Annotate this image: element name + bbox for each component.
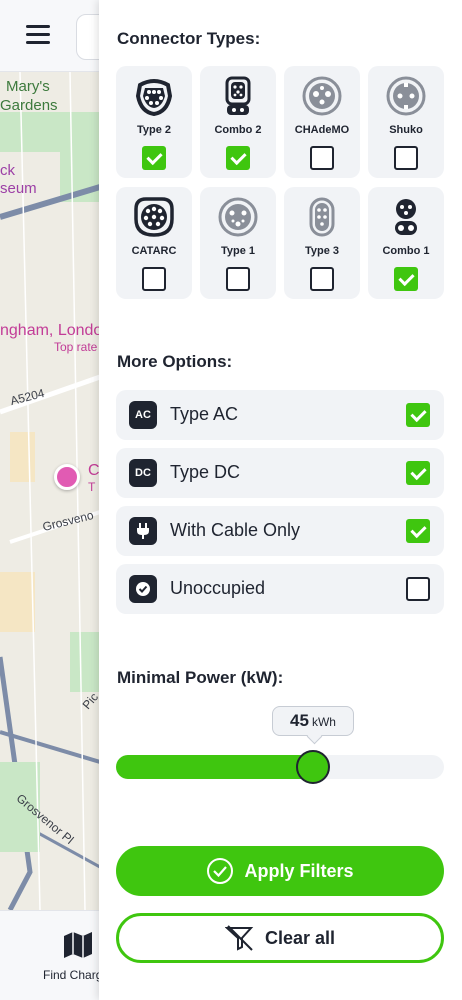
connector-checkbox[interactable]	[142, 267, 166, 291]
map-label: Top rate	[54, 340, 98, 354]
option-with-cable-only[interactable]: With Cable Only	[116, 506, 444, 556]
catarc-connector-icon	[134, 197, 174, 237]
power-unit: kWh	[311, 715, 336, 729]
connector-label: Combo 1	[382, 245, 430, 257]
connector-grid: Type 2 Combo 2 CHAdeMO Shuko CATARC Type…	[116, 66, 445, 299]
map-label: Gardens	[0, 97, 58, 114]
connector-label: Combo 2	[214, 124, 262, 136]
connector-label: Shuko	[389, 124, 423, 136]
connector-checkbox[interactable]	[394, 267, 418, 291]
option-type-dc[interactable]: DC Type DC	[116, 448, 444, 498]
power-slider[interactable]: 45 kWh	[116, 706, 444, 786]
check-circle-icon	[129, 575, 157, 603]
clear-filter-icon	[224, 925, 255, 951]
option-checkbox[interactable]	[406, 519, 430, 543]
map-label: T	[88, 480, 96, 494]
connector-label: CATARC	[131, 245, 177, 257]
connector-card-catarc[interactable]: CATARC	[116, 187, 192, 299]
plug-icon	[129, 517, 157, 545]
connector-checkbox[interactable]	[310, 267, 334, 291]
check-circle-icon	[206, 857, 234, 885]
connector-card-chademo[interactable]: CHAdeMO	[284, 66, 360, 178]
menu-icon[interactable]	[26, 25, 50, 45]
type2-connector-icon	[135, 79, 173, 116]
map-view[interactable]: Mary's Gardens ck seum ngham, Londo Top …	[0, 72, 100, 910]
option-unoccupied[interactable]: Unoccupied	[116, 564, 444, 614]
map-label: Mary's	[6, 78, 50, 95]
connector-checkbox[interactable]	[142, 146, 166, 170]
more-options-title: More Options:	[117, 352, 233, 371]
clear-all-label: Clear all	[264, 927, 336, 948]
options-list: AC Type AC DC Type DC With Cable Only Un…	[116, 390, 444, 622]
map-label: ngham, Londo	[0, 322, 100, 339]
connector-checkbox[interactable]	[226, 267, 250, 291]
combo1-connector-icon	[395, 199, 417, 235]
connector-checkbox[interactable]	[310, 146, 334, 170]
dc-badge-icon: DC	[129, 459, 157, 487]
nav-find-chargers-label[interactable]: Find Charg	[43, 968, 102, 982]
connector-card-shuko[interactable]: Shuko	[368, 66, 444, 178]
shuko-connector-icon	[386, 76, 426, 116]
slider-fill	[116, 755, 313, 779]
apply-filters-button[interactable]: Apply Filters	[116, 846, 444, 896]
option-label: Type DC	[170, 462, 241, 482]
connector-label: Type 2	[136, 124, 172, 136]
option-label: Type AC	[170, 404, 239, 424]
map-label: C	[88, 462, 100, 479]
connector-checkbox[interactable]	[226, 146, 250, 170]
map-label: ck	[0, 162, 15, 179]
type3-connector-icon	[309, 197, 335, 237]
chademo-connector-icon	[302, 76, 342, 116]
connector-checkbox[interactable]	[394, 146, 418, 170]
connector-card-type-2[interactable]: Type 2	[116, 66, 192, 178]
option-checkbox[interactable]	[406, 461, 430, 485]
app-top-bar	[0, 0, 116, 72]
bottom-nav: Find Charg	[0, 910, 102, 1000]
filter-panel: Connector Types: Type 2 Combo 2 CHAdeMO …	[99, 0, 462, 1000]
option-type-ac[interactable]: AC Type AC	[116, 390, 444, 440]
connector-card-type-3[interactable]: Type 3	[284, 187, 360, 299]
map-label: seum	[0, 180, 37, 197]
option-label: Unoccupied	[170, 578, 266, 598]
minimal-power-title: Minimal Power (kW):	[117, 668, 284, 687]
slider-track[interactable]	[116, 750, 444, 784]
map-icon[interactable]	[62, 931, 94, 959]
power-value-tooltip: 45 kWh	[272, 706, 354, 736]
combo2-connector-icon	[225, 76, 251, 115]
slider-thumb[interactable]	[296, 750, 330, 784]
connector-label: CHAdeMO	[294, 124, 350, 136]
option-label: With Cable Only	[170, 520, 301, 540]
power-value: 45	[290, 711, 309, 730]
connector-label: Type 3	[304, 245, 340, 257]
clear-all-button[interactable]: Clear all	[116, 913, 444, 963]
type1-connector-icon	[218, 197, 258, 237]
connector-label: Type 1	[220, 245, 256, 257]
hotel-pin-icon[interactable]	[54, 464, 80, 490]
connector-types-title: Connector Types:	[117, 29, 261, 48]
apply-filters-label: Apply Filters	[244, 860, 354, 881]
option-checkbox[interactable]	[406, 577, 430, 601]
ac-badge-icon: AC	[129, 401, 157, 429]
map-roads	[0, 72, 100, 910]
connector-card-combo-1[interactable]: Combo 1	[368, 187, 444, 299]
connector-card-type-1[interactable]: Type 1	[200, 187, 276, 299]
connector-card-combo-2[interactable]: Combo 2	[200, 66, 276, 178]
option-checkbox[interactable]	[406, 403, 430, 427]
